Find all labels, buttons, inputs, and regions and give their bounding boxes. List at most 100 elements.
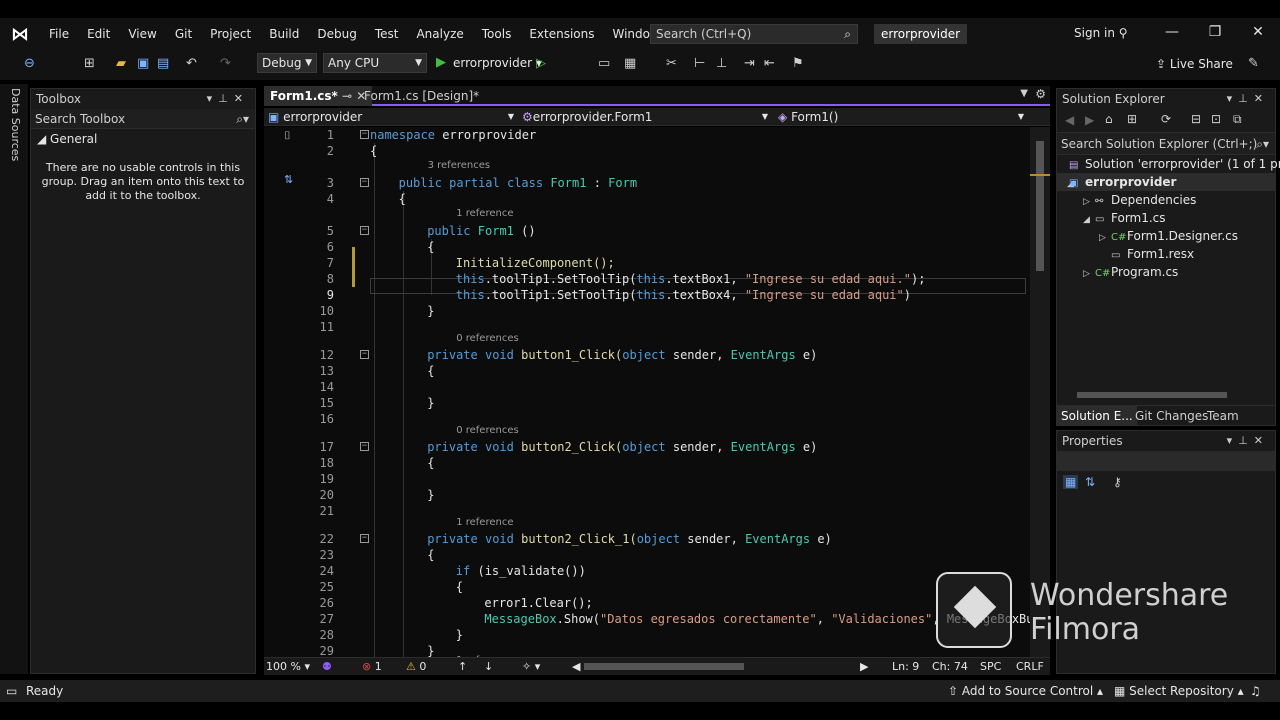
class-dropdown[interactable]: ⚙errorprovider.Form1 ▼ (522, 108, 772, 126)
code-line[interactable]: 5 − public Form1 () (264, 223, 1030, 239)
scroll-right-icon[interactable]: ▶ (860, 658, 868, 676)
scroll-left-icon[interactable]: ◀ (572, 658, 580, 676)
tab-solution-explorer[interactable]: Solution E... (1057, 406, 1137, 426)
fold-toggle-icon[interactable]: − (360, 178, 369, 187)
menu-build[interactable]: Build (260, 18, 308, 50)
warnings-indicator[interactable]: ⚠ 0 (406, 658, 426, 676)
code-cleanup-icon[interactable]: ✧ ▾ (522, 658, 540, 676)
previous-issue-icon[interactable]: ↑ (458, 658, 467, 676)
refresh-icon[interactable]: ⊡ (1211, 112, 1221, 126)
platform-dropdown[interactable]: Any CPU ▼ (323, 53, 427, 73)
menu-extensions[interactable]: Extensions (520, 18, 603, 50)
code-line[interactable]: 18 { (264, 455, 1030, 471)
menu-test[interactable]: Test (366, 18, 408, 50)
feedback-icon[interactable]: ✎ (1248, 56, 1259, 71)
notifications-icon[interactable]: ♫ (1250, 680, 1261, 702)
fold-toggle-icon[interactable]: − (360, 226, 369, 235)
scroll-thumb[interactable] (1036, 141, 1044, 271)
scroll-thumb[interactable] (1077, 392, 1227, 398)
solution-explorer-search-input[interactable]: Search Solution Explorer (Ctrl+;) ⌕▾ (1057, 133, 1275, 155)
code-line[interactable]: 14 (264, 379, 1030, 395)
menu-git[interactable]: Git (166, 18, 201, 50)
global-search-input[interactable]: Search (Ctrl+Q) ⌕ (650, 24, 858, 44)
code-line[interactable]: 1 − namespace errorprovider (264, 127, 1030, 143)
bookmark-icon[interactable]: ⚑ (792, 56, 804, 71)
code-editor[interactable]: ⌷ ⇅ 3 references 1 reference 0 references 0… (264, 127, 1030, 657)
configuration-dropdown[interactable]: Debug ▼ (257, 53, 317, 73)
layout-icon[interactable]: ▦ (624, 56, 636, 71)
tree-program-cs[interactable]: ▷ C#Program.cs (1083, 263, 1178, 281)
forward-icon[interactable]: ▶ (1085, 113, 1094, 127)
menu-project[interactable]: Project (201, 18, 260, 50)
errors-indicator[interactable]: ⊗ 1 (362, 658, 382, 676)
next-issue-icon[interactable]: ↓ (484, 658, 493, 676)
line-indicator[interactable]: Ln: 9 (892, 658, 919, 676)
project-dropdown[interactable]: ▣ errorprovider ▼ (268, 108, 518, 126)
data-sources-tab[interactable]: Data Sources (9, 88, 22, 161)
code-line[interactable]: 20} (264, 487, 1030, 503)
undo-icon[interactable]: ↶ (186, 56, 197, 71)
solution-name-badge[interactable]: errorprovider (874, 24, 968, 44)
save-icon[interactable]: ▣ (137, 56, 149, 71)
code-line[interactable]: 7 InitializeComponent(); (264, 255, 1030, 271)
start-debugging-icon[interactable]: ▶ (436, 55, 446, 70)
menu-analyze[interactable]: Analyze (407, 18, 472, 50)
menu-view[interactable]: View (119, 18, 165, 50)
code-line[interactable]: 6{ (264, 239, 1030, 255)
sign-in-button[interactable]: Sign in ⚲ (1074, 26, 1128, 40)
pin-icon[interactable]: ⊸ (342, 89, 352, 103)
code-line[interactable]: 2{ (264, 143, 1030, 159)
align-left-icon[interactable]: ⊢ (694, 56, 705, 71)
save-all-icon[interactable]: ▤ (157, 56, 169, 71)
tree-dependencies[interactable]: ▷ ⚯ Dependencies (1083, 191, 1196, 209)
visual-studio-logo-icon[interactable]: ⋈ (0, 18, 40, 50)
horizontal-scroll-thumb[interactable] (584, 663, 744, 670)
menu-tools[interactable]: Tools (473, 18, 521, 50)
panel-controls[interactable]: ▾⊥✕ (1227, 89, 1269, 109)
alphabetical-icon[interactable]: ⇅ (1085, 475, 1095, 489)
toolbox-search-input[interactable]: Search Toolbox ⌕▾ (31, 109, 255, 129)
code-line[interactable]: 24 if (is_validate()) (264, 563, 1030, 579)
code-line[interactable]: 16 (264, 411, 1030, 427)
fold-toggle-icon[interactable]: − (360, 534, 369, 543)
zoom-dropdown[interactable]: 100 % ▾ (266, 658, 310, 676)
indent-indicator[interactable]: SPC (980, 658, 1001, 676)
tree-project[interactable]: ◢▣ errorprovider (1057, 173, 1275, 191)
minimize-button[interactable]: — (1160, 24, 1184, 40)
home-icon[interactable]: ⌂ (1105, 112, 1113, 126)
back-icon[interactable]: ⊖ (24, 56, 35, 71)
tab-list-icon[interactable]: ▼ (1020, 88, 1028, 99)
code-line[interactable]: 4{ (264, 191, 1030, 207)
new-project-icon[interactable]: ⊞ (84, 56, 95, 71)
code-line[interactable]: 10} (264, 303, 1030, 319)
indent-icon[interactable]: ⇥ (744, 56, 755, 71)
select-repository-button[interactable]: ▦ Select Repository ▴ (1114, 680, 1244, 702)
properties-object-dropdown[interactable] (1057, 451, 1275, 471)
code-line[interactable]: 11 (264, 319, 1030, 335)
menu-edit[interactable]: Edit (78, 18, 119, 50)
add-to-source-control-button[interactable]: ⇧ Add to Source Control ▴ (948, 680, 1103, 702)
tree-solution[interactable]: ▤Solution 'errorprovider' (1 of 1 projec… (1069, 155, 1280, 173)
code-line[interactable]: 19 (264, 471, 1030, 487)
code-line[interactable]: 12 − private void button1_Click(object sen… (264, 347, 1030, 363)
start-without-debugging-icon[interactable]: ▷ (536, 56, 546, 71)
tab-git-changes[interactable]: Git Changes (1135, 406, 1208, 426)
settings-icon[interactable]: ⚙ (1035, 87, 1046, 101)
toolbox-group-general[interactable]: ◢ General (31, 129, 255, 149)
codelens-references[interactable]: 1 reference (456, 208, 513, 220)
code-line[interactable]: 8 this.toolTip1.SetToolTip(this.textBox1,… (264, 271, 1030, 287)
code-line[interactable]: 17 − private void button2_Click(object sen… (264, 439, 1030, 455)
code-line[interactable]: 29} (264, 643, 1030, 657)
panel-controls[interactable]: ▾⊥✕ (1227, 431, 1269, 451)
code-line[interactable]: 26 error1.Clear(); (264, 595, 1030, 611)
code-line[interactable]: 22 − private void button2_Click_1(object s… (264, 531, 1030, 547)
outdent-icon[interactable]: ⇤ (764, 56, 775, 71)
collapse-icon[interactable]: ⊟ (1191, 112, 1201, 126)
code-line[interactable]: 28} (264, 627, 1030, 643)
redo-icon[interactable]: ↷ (220, 56, 231, 71)
categorized-icon[interactable]: ▦ (1063, 475, 1079, 489)
align-center-icon[interactable]: ⊥ (716, 56, 727, 71)
eol-indicator[interactable]: CRLF (1016, 658, 1044, 676)
tree-form1-cs[interactable]: ◢ ▭ Form1.cs (1083, 209, 1166, 227)
code-line[interactable]: 25 { (264, 579, 1030, 595)
